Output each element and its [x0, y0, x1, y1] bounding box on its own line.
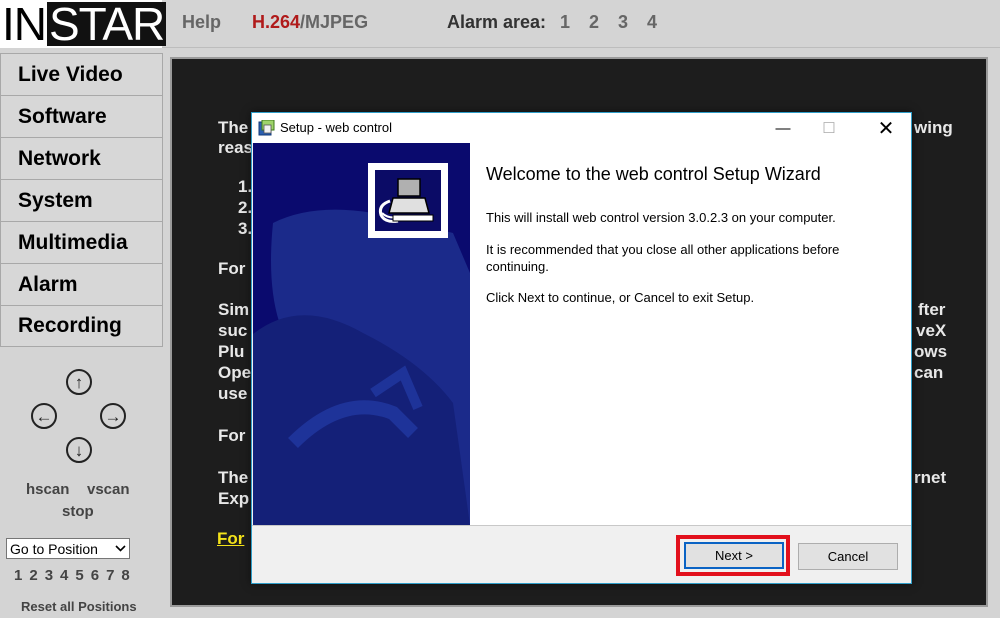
sidebar-menu: Live Video Software Network System Multi… — [0, 53, 163, 347]
wizard-banner-image — [253, 143, 470, 525]
next-button-highlight-box — [676, 535, 790, 576]
logo-in: IN — [2, 0, 47, 50]
bg-text-fragment: rnet — [914, 468, 947, 487]
alarm-area-label: Alarm area: — [447, 12, 547, 32]
position-3[interactable]: 3 — [45, 567, 53, 584]
bg-text-fragment: The — [218, 468, 249, 487]
ptz-controls: ↑ ← → ↓ — [0, 366, 163, 476]
position-4[interactable]: 4 — [60, 567, 68, 584]
setup-wizard-dialog: Setup - web control — ☐ ✕ Welcome to the… — [251, 112, 912, 584]
alarm-area-4[interactable]: 4 — [647, 12, 657, 33]
instar-logo[interactable]: IN STAR — [0, 0, 167, 50]
pan-left-arrow-icon[interactable]: ← — [31, 403, 57, 429]
bg-text-fragment: reas — [218, 138, 253, 157]
codec-link[interactable]: H.264/MJPEG — [252, 12, 368, 33]
codec-mjpeg[interactable]: /MJPEG — [300, 12, 368, 32]
bg-text-fragment: Sim — [218, 300, 250, 319]
dialog-footer-divider — [252, 525, 911, 526]
sidebar-item-multimedia[interactable]: Multimedia — [0, 221, 163, 263]
alarm-area-2[interactable]: 2 — [589, 12, 599, 33]
wizard-content: Welcome to the web control Setup Wizard … — [470, 143, 911, 525]
go-to-position-select[interactable]: Go to Position — [6, 538, 130, 559]
sidebar-item-live-video[interactable]: Live Video — [0, 53, 163, 95]
position-6[interactable]: 6 — [91, 567, 99, 584]
sidebar-item-alarm[interactable]: Alarm — [0, 263, 163, 305]
wizard-paragraph-recommend: It is recommended that you close all oth… — [486, 242, 840, 274]
bg-text-fragment: ows — [914, 342, 948, 361]
bg-text-fragment: veX — [916, 321, 947, 340]
hscan-link[interactable]: hscan — [26, 481, 69, 498]
bg-text-fragment: Plu — [218, 342, 245, 361]
position-1[interactable]: 1 — [14, 567, 22, 584]
bg-text-fragment: The — [218, 118, 249, 137]
chevron-down-icon — [115, 545, 126, 552]
wizard-heading: Welcome to the web control Setup Wizard — [486, 164, 821, 184]
codec-h264[interactable]: H.264 — [252, 12, 300, 32]
bg-text-fragment: Exp — [218, 489, 250, 508]
dialog-title: Setup - web control — [280, 120, 393, 135]
help-link[interactable]: Help — [182, 12, 221, 33]
sidebar-item-system[interactable]: System — [0, 179, 163, 221]
pan-down-arrow-icon[interactable]: ↓ — [66, 437, 92, 463]
bg-text-fragment: suc — [218, 321, 248, 340]
alarm-area-3[interactable]: 3 — [618, 12, 628, 33]
maximize-button[interactable]: ☐ — [806, 113, 852, 143]
bg-text-fragment: wing — [914, 118, 953, 137]
position-list: 1 2 3 4 5 6 7 8 — [14, 567, 130, 584]
bg-text-fragment: can — [914, 363, 944, 382]
top-bar: IN STAR Help H.264/MJPEG Alarm area: 1 2 … — [0, 0, 1000, 48]
vscan-link[interactable]: vscan — [87, 481, 130, 498]
sidebar-item-recording[interactable]: Recording — [0, 305, 163, 347]
wizard-paragraph-install: This will install web control version 3.… — [486, 210, 836, 225]
bg-text-fragment: For — [218, 259, 246, 278]
bg-text-fragment: For — [218, 426, 246, 445]
reset-positions-link[interactable]: Reset all Positions — [21, 599, 137, 614]
position-8[interactable]: 8 — [121, 567, 129, 584]
dialog-title-bar[interactable]: Setup - web control — ☐ ✕ — [252, 113, 911, 143]
wizard-paragraph-continue: Click Next to continue, or Cancel to exi… — [486, 290, 755, 305]
position-5[interactable]: 5 — [75, 567, 83, 584]
alarm-area-list: 1 2 3 4 — [560, 12, 657, 33]
wizard-banner-graphic — [253, 143, 470, 525]
stop-link[interactable]: stop — [62, 503, 94, 520]
pan-up-arrow-icon[interactable]: ↑ — [66, 369, 92, 395]
sidebar-item-software[interactable]: Software — [0, 95, 163, 137]
position-7[interactable]: 7 — [106, 567, 114, 584]
bg-text-fragment: Ope — [218, 363, 252, 382]
setup-app-icon — [258, 120, 275, 136]
bg-yellow-link[interactable]: For — [217, 529, 244, 549]
logo-star: STAR — [47, 0, 167, 50]
alarm-area-1[interactable]: 1 — [560, 12, 570, 33]
bg-text-fragment: use — [218, 384, 248, 403]
go-to-position-value: Go to Position — [10, 540, 98, 557]
bg-text-fragment: fter — [918, 300, 946, 319]
minimize-button[interactable]: — — [760, 113, 806, 143]
position-2[interactable]: 2 — [29, 567, 37, 584]
sidebar-item-network[interactable]: Network — [0, 137, 163, 179]
cancel-button[interactable]: Cancel — [798, 543, 898, 570]
close-button[interactable]: ✕ — [863, 113, 909, 143]
pan-right-arrow-icon[interactable]: → — [100, 403, 126, 429]
